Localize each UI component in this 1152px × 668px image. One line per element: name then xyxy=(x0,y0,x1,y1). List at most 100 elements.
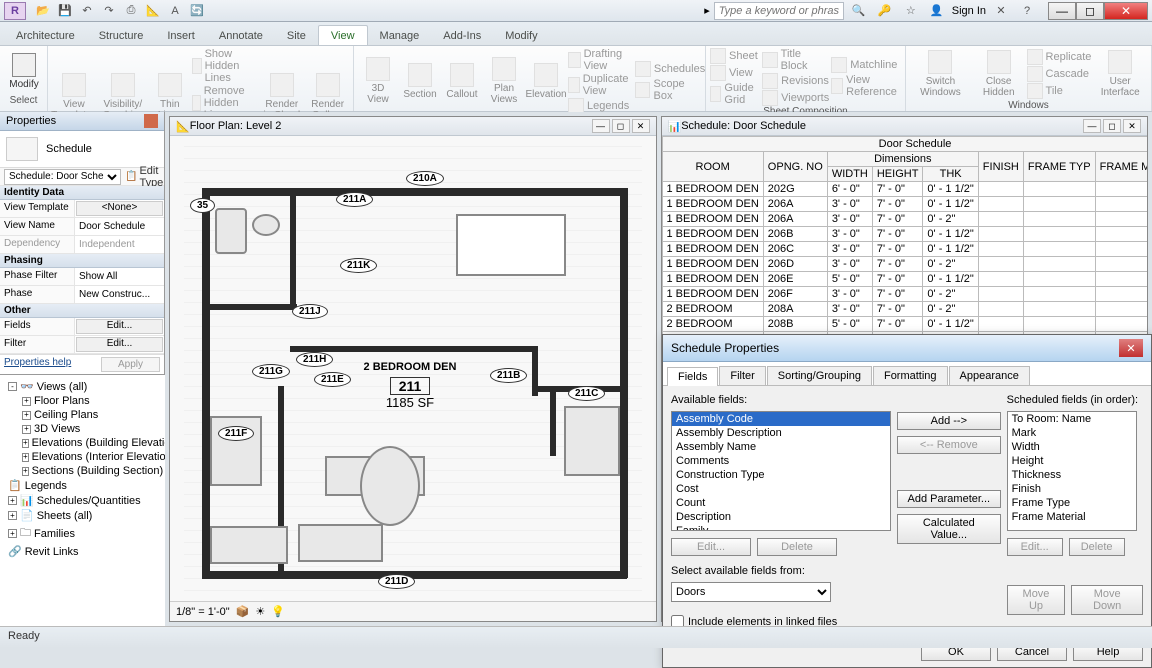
revisions-button[interactable]: Revisions xyxy=(762,73,829,89)
key-icon[interactable]: 🔑 xyxy=(876,3,894,19)
move-down-button[interactable]: Move Down xyxy=(1071,585,1143,615)
door-tag[interactable]: 211J xyxy=(292,304,328,319)
status-icon[interactable]: 📦 xyxy=(236,605,250,618)
status-icon[interactable]: 💡 xyxy=(271,605,285,618)
list-item[interactable]: Count xyxy=(672,496,890,510)
dtab-formatting[interactable]: Formatting xyxy=(873,366,948,385)
list-item[interactable]: Comments xyxy=(672,454,890,468)
save-icon[interactable]: 💾 xyxy=(56,3,74,19)
sched-minimize-button[interactable]: — xyxy=(1083,119,1101,133)
filter-edit-button[interactable]: Edit... xyxy=(76,337,163,352)
guide-grid-button[interactable]: Guide Grid xyxy=(710,82,760,106)
undo-icon[interactable]: ↶ xyxy=(78,3,96,19)
door-tag[interactable]: 211G xyxy=(252,364,290,379)
door-tag[interactable]: 211B xyxy=(490,368,527,383)
user-interface-button[interactable]: User Interface xyxy=(1093,48,1147,100)
view-reference-button[interactable]: View Reference xyxy=(831,74,901,98)
phase-filter-field[interactable]: Show All xyxy=(75,268,164,285)
door-tag[interactable]: 211C xyxy=(568,386,605,401)
modify-button[interactable]: Modify xyxy=(4,51,44,92)
drafting-view-button[interactable]: Drafting View xyxy=(568,48,633,72)
door-tag[interactable]: 211D xyxy=(378,574,415,589)
floor-plan-canvas[interactable]: 2 BEDROOM DEN 211 1185 SF 210A 211A 211K… xyxy=(170,136,656,601)
tree-floor-plans[interactable]: +Floor Plans xyxy=(4,394,161,408)
help-icon[interactable]: ? xyxy=(1018,3,1036,19)
tab-modify[interactable]: Modify xyxy=(493,26,549,45)
apply-button[interactable]: Apply xyxy=(101,357,160,372)
elevation-button[interactable]: Elevation xyxy=(526,61,566,102)
redo-icon[interactable]: ↷ xyxy=(100,3,118,19)
dtab-filter[interactable]: Filter xyxy=(719,366,765,385)
list-item[interactable]: To Room: Name xyxy=(1008,412,1136,426)
door-tag[interactable]: 210A xyxy=(406,171,444,186)
maximize-button[interactable]: ◻ xyxy=(1076,2,1104,20)
door-tag[interactable]: 211K xyxy=(340,258,377,273)
open-icon[interactable]: 📂 xyxy=(34,3,52,19)
list-item[interactable]: Height xyxy=(1008,454,1136,468)
edit-scheduled-button[interactable]: Edit... xyxy=(1007,538,1063,556)
view-template-field[interactable]: <None> xyxy=(76,201,163,216)
dtab-appearance[interactable]: Appearance xyxy=(949,366,1030,385)
list-item[interactable]: Assembly Description xyxy=(672,426,890,440)
person-icon[interactable]: 👤 xyxy=(928,3,946,19)
sched-close-button[interactable]: ✕ xyxy=(1123,119,1141,133)
properties-help-link[interactable]: Properties help xyxy=(4,357,71,372)
print-icon[interactable]: ⎙ xyxy=(122,3,140,19)
viewports-button[interactable]: Viewports xyxy=(762,90,829,106)
door-tag[interactable]: 211H xyxy=(296,352,333,367)
tile-button[interactable]: Tile xyxy=(1027,83,1092,99)
scheduled-fields-list[interactable]: To Room: NameMarkWidthHeightThicknessFin… xyxy=(1007,411,1137,531)
schedules-button[interactable]: Schedules xyxy=(635,61,705,77)
list-item[interactable]: Thickness xyxy=(1008,468,1136,482)
tree-views-all[interactable]: -👓 Views (all) xyxy=(4,379,161,394)
edit-type-button[interactable]: 📋 Edit Type xyxy=(125,165,163,189)
delete-scheduled-button[interactable]: Delete xyxy=(1069,538,1125,556)
text-icon[interactable]: A xyxy=(166,3,184,19)
scale-label[interactable]: 1/8" = 1'-0" xyxy=(176,606,230,618)
minimize-button[interactable]: — xyxy=(1048,2,1076,20)
tree-elevations-int[interactable]: +Elevations (Interior Elevation) xyxy=(4,450,161,464)
list-item[interactable]: Construction Type xyxy=(672,468,890,482)
close-hidden-button[interactable]: Close Hidden xyxy=(973,48,1025,100)
cascade-button[interactable]: Cascade xyxy=(1027,66,1092,82)
door-tag[interactable]: 211E xyxy=(314,372,351,387)
replicate-button[interactable]: Replicate xyxy=(1027,49,1092,65)
app-logo[interactable]: R xyxy=(4,2,26,20)
delete-field-button[interactable]: Delete xyxy=(757,538,837,556)
tree-3d-views[interactable]: +3D Views xyxy=(4,422,161,436)
sheet-button[interactable]: Sheet xyxy=(710,48,760,64)
list-item[interactable]: Description xyxy=(672,510,890,524)
list-item[interactable]: Width xyxy=(1008,440,1136,454)
title-block-button[interactable]: Title Block xyxy=(762,48,829,72)
duplicate-view-button[interactable]: Duplicate View xyxy=(568,73,633,97)
tree-sheets[interactable]: +📄 Sheets (all) xyxy=(4,508,161,523)
tab-annotate[interactable]: Annotate xyxy=(207,26,275,45)
sync-icon[interactable]: 🔄 xyxy=(188,3,206,19)
list-item[interactable]: Mark xyxy=(1008,426,1136,440)
measure-icon[interactable]: 📐 xyxy=(144,3,162,19)
sched-maximize-button[interactable]: ◻ xyxy=(1103,119,1121,133)
list-item[interactable]: Frame Type xyxy=(1008,496,1136,510)
list-item[interactable]: Finish xyxy=(1008,482,1136,496)
phase-field[interactable]: New Construc... xyxy=(75,286,164,303)
signin-link[interactable]: Sign In xyxy=(952,5,986,17)
edit-field-button[interactable]: Edit... xyxy=(671,538,751,556)
tree-sections[interactable]: +Sections (Building Section) xyxy=(4,464,161,478)
available-fields-list[interactable]: Assembly CodeAssembly DescriptionAssembl… xyxy=(671,411,891,531)
tab-architecture[interactable]: Architecture xyxy=(4,26,87,45)
exchange-icon[interactable]: ✕ xyxy=(992,3,1010,19)
tab-addins[interactable]: Add-Ins xyxy=(431,26,493,45)
star-icon[interactable]: ☆ xyxy=(902,3,920,19)
tab-structure[interactable]: Structure xyxy=(87,26,156,45)
view-name-field[interactable]: Door Schedule xyxy=(75,218,164,235)
door-tag[interactable]: 211F xyxy=(218,426,254,441)
show-hidden-button[interactable]: Show Hidden Lines xyxy=(192,48,257,84)
view-button[interactable]: View xyxy=(710,65,760,81)
tree-legends[interactable]: 📋 Legends xyxy=(4,478,161,493)
callout-button[interactable]: Callout xyxy=(442,61,482,102)
dtab-fields[interactable]: Fields xyxy=(667,367,718,386)
dtab-sorting[interactable]: Sorting/Grouping xyxy=(767,366,872,385)
properties-type[interactable]: Schedule xyxy=(0,131,164,168)
list-item[interactable]: Cost xyxy=(672,482,890,496)
tree-ceiling-plans[interactable]: +Ceiling Plans xyxy=(4,408,161,422)
